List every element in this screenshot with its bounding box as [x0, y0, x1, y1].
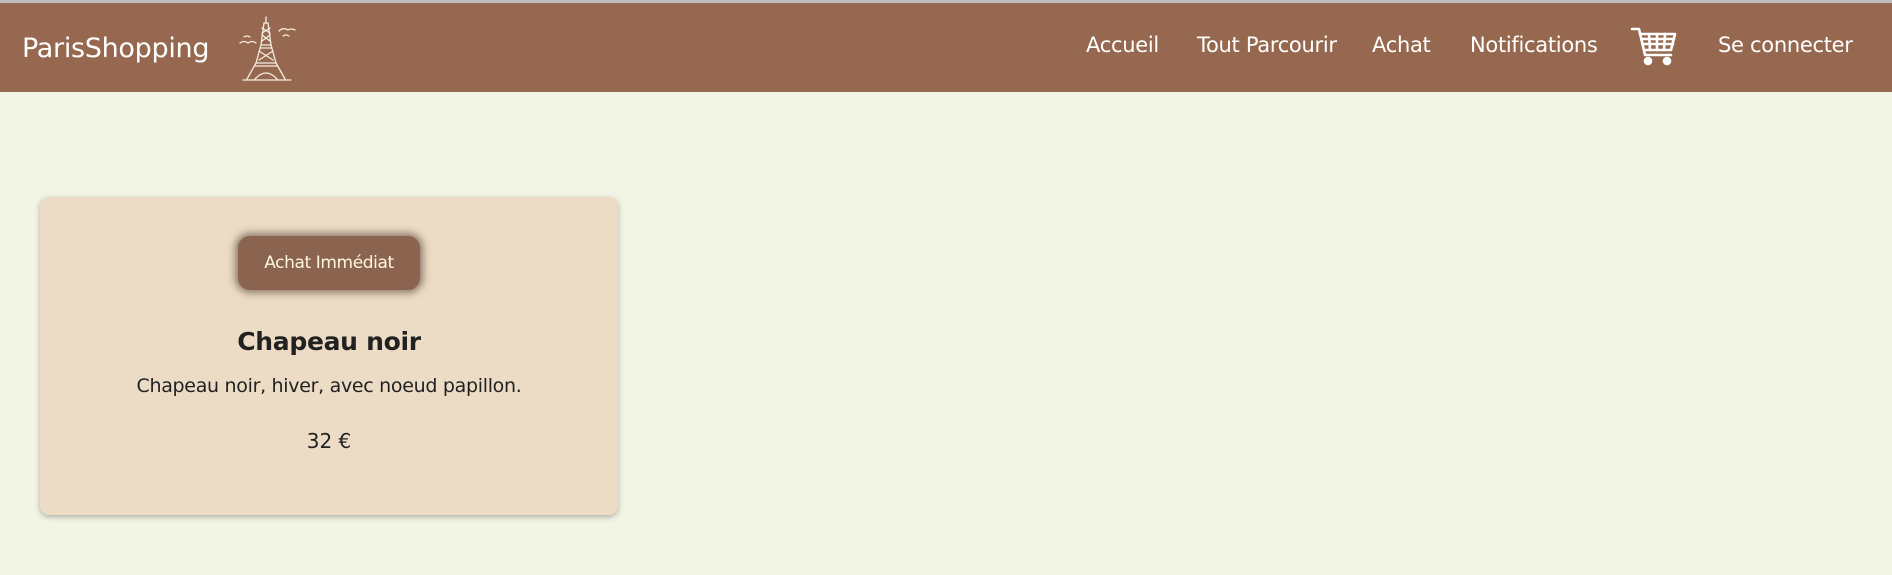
- product-title: Chapeau noir: [237, 327, 421, 356]
- shopping-cart-icon[interactable]: [1630, 25, 1678, 67]
- eiffel-tower-icon: [239, 16, 296, 81]
- nav-link-tout-parcourir[interactable]: Tout Parcourir: [1197, 33, 1337, 57]
- nav-link-se-connecter[interactable]: Se connecter: [1718, 33, 1853, 57]
- product-price: 32 €: [306, 429, 352, 453]
- top-navbar: ParisShopping Accueil Tout Parcourir Ach…: [0, 3, 1892, 92]
- main-content: Achat Immédiat Chapeau noir Chapeau noir…: [0, 92, 1892, 575]
- nav-link-achat[interactable]: Achat: [1372, 33, 1431, 57]
- product-card: Achat Immédiat Chapeau noir Chapeau noir…: [40, 197, 618, 515]
- nav-link-notifications[interactable]: Notifications: [1470, 33, 1598, 57]
- product-description: Chapeau noir, hiver, avec noeud papillon…: [136, 375, 522, 397]
- nav-link-accueil[interactable]: Accueil: [1086, 33, 1159, 57]
- achat-immediat-button[interactable]: Achat Immédiat: [238, 236, 420, 290]
- brand-link[interactable]: ParisShopping: [22, 33, 209, 64]
